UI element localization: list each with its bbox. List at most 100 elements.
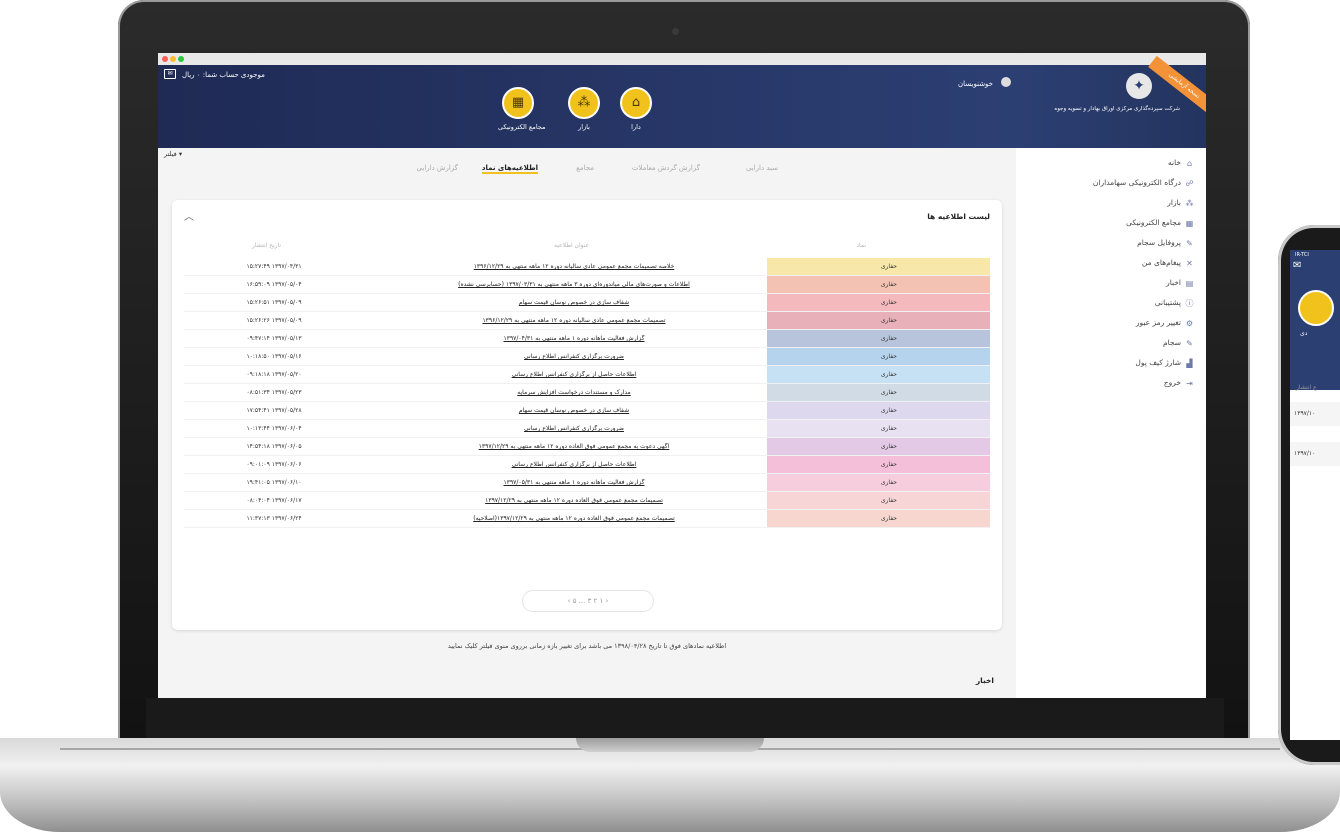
logout-icon: ⇥ [1186, 378, 1193, 388]
phone-nav-icon[interactable] [1298, 290, 1334, 326]
nav-item-label: مجامع الکترونیکی [498, 123, 546, 131]
symbol-cell: حفاری [767, 438, 990, 455]
table-row[interactable]: حفاری تصمیمات مجمع عمومی فوق العاده دوره … [184, 492, 990, 510]
symbol-text: حفاری [880, 497, 897, 504]
table-row[interactable]: حفاری ضرورت برگزاری کنفرانس اطلاع رسانی ۱۰… [184, 420, 990, 438]
phone-header: IR-TCI ✉ دی [1290, 250, 1340, 390]
symbol-cell: حفاری [767, 258, 990, 275]
home-icon: ⌂ [1186, 158, 1193, 168]
table-row[interactable]: حفاری آگهی دعوت به مجمع عمومی فوق العاده … [184, 438, 990, 456]
table-row[interactable]: حفاری گزارش فعالیت ماهانه دوره ۱ ماهه منت… [184, 330, 990, 348]
sidebar-item-assemblies[interactable]: مجامع الکترونیکی ▦ [1126, 218, 1194, 232]
list-item[interactable]: ۱۳۹۷/۱۰ [1290, 402, 1340, 426]
table-row[interactable]: حفاری گزارش فعالیت ماهانه دوره ۱ ماهه منت… [184, 474, 990, 492]
announcement-link[interactable]: آگهی دعوت به مجمع عمومی فوق العاده دوره … [364, 443, 784, 450]
announcement-link[interactable]: اطلاعات و صورت‌های مالی میاندوره‌ای دوره… [364, 281, 784, 288]
wallet-icon[interactable]: ✉ [164, 69, 176, 79]
pagination[interactable]: ‹ ۵ ... ۳ ۲ ۱ › [522, 590, 654, 612]
announcement-link[interactable]: اطلاعات حاصل از برگزاری کنفرانس اطلاع رس… [364, 371, 784, 378]
tab-assemblies[interactable]: مجامع [576, 164, 594, 172]
publish-date: ۰۸:۰۴:۰۴ ۱۳۹۷/۰۶/۱۷ [246, 497, 302, 504]
symbol-cell: حفاری [767, 276, 990, 293]
announcement-link[interactable]: اطلاعات حاصل از برگزاری کنفرانس اطلاع رس… [364, 461, 784, 468]
close-window-icon[interactable] [162, 56, 168, 62]
chevron-left-icon[interactable]: ‹ [568, 597, 571, 605]
sidebar-item-market[interactable]: بازار ⁂ [1167, 198, 1194, 212]
sidebar-item-label: بازار [1167, 198, 1181, 207]
table-body: حفاری خلاصه تصمیمات مجمع عمومی عادی سالیا… [184, 258, 990, 528]
announcement-link[interactable]: خلاصه تصمیمات مجمع عمومی عادی سالیانه دو… [364, 263, 784, 270]
announcement-link[interactable]: گزارش فعالیت ماهانه دوره ۱ ماهه منتهی به… [364, 479, 784, 486]
info-icon: ⓘ [1185, 298, 1194, 308]
sidebar-item-label: خانه [1167, 158, 1181, 167]
symbol-cell: حفاری [767, 402, 990, 419]
phone-screen: IR-TCI ✉ دی ع انتشار ۱۳۹۷/۱۰ ۱۳۹۷/۱۰ [1290, 250, 1340, 740]
sidebar-item-label: پشتیبانی [1154, 298, 1181, 307]
tab-asset-report[interactable]: گزارش دارایی [417, 164, 458, 172]
tab-symbol-announcements[interactable]: اطلاعیه‌های نماد [481, 164, 538, 174]
announcement-link[interactable]: شفاف سازی در خصوص نوسان قیمت سهام [364, 299, 784, 306]
publish-date: ۱۵:۲۷:۴۹ ۱۳۹۷/۰۴/۳۱ [246, 263, 302, 270]
sidebar-item-sejam[interactable]: سجام ✎ [1163, 338, 1194, 352]
list-item[interactable]: ۱۳۹۷/۱۰ [1290, 442, 1340, 466]
sidebar-item-wallet-charge[interactable]: شارژ کیف پول ▟ [1135, 358, 1194, 372]
nav-item-market[interactable]: ⁂ بازار [564, 87, 604, 131]
publish-date: ۰۹:۴۷:۱۴ ۱۳۹۷/۰۵/۱۳ [246, 335, 302, 342]
publish-date: ۱۶:۵۹:۰۹ ۱۳۹۷/۰۵/۰۴ [246, 281, 302, 288]
user-menu[interactable]: خوشنویسان [958, 71, 1012, 90]
sidebar-item-change-password[interactable]: تغییر رمز عبور ⚙ [1136, 318, 1194, 332]
app-header: ✉ موجودی حساب شما: ۰ ریال ▦ مجامع الکترو… [158, 65, 1016, 148]
publish-date: ۱۰:۱۸:۵۰ ۱۳۹۷/۰۵/۱۶ [246, 353, 302, 360]
tab-transactions-report[interactable]: گزارش گردش معاملات [632, 164, 700, 172]
table-row[interactable]: حفاری شفاف سازی در خصوص نوسان قیمت سهام ۱۵… [184, 294, 990, 312]
table-row[interactable]: حفاری ضرورت برگزاری کنفرانس اطلاع رسانی ۱۰… [184, 348, 990, 366]
mail-icon[interactable]: ✉ [1293, 260, 1301, 271]
table-row[interactable]: حفاری خلاصه تصمیمات مجمع عمومی عادی سالیا… [184, 258, 990, 276]
chevron-right-icon[interactable]: › [606, 597, 609, 605]
sidebar-item-label: سجام [1162, 338, 1181, 347]
chevron-up-icon[interactable]: ︿ [184, 208, 194, 223]
nav-item-dara[interactable]: ⌂ دارا [616, 87, 656, 131]
announcement-link[interactable]: مدارک و مستندات درخواست افزایش سرمایه [364, 389, 784, 396]
sidebar-item-support[interactable]: پشتیبانی ⓘ [1155, 298, 1194, 312]
nav-item-electronic-assemblies[interactable]: ▦ مجامع الکترونیکی [498, 87, 546, 131]
announcement-link[interactable]: گزارش فعالیت ماهانه دوره ۱ ماهه منتهی به… [364, 335, 784, 342]
table-row[interactable]: حفاری اطلاعات و صورت‌های مالی میاندوره‌ای… [184, 276, 990, 294]
minimize-window-icon[interactable] [170, 56, 176, 62]
symbol-cell: حفاری [767, 456, 990, 473]
column-date: تاریخ انتشار [252, 242, 282, 249]
sidebar-item-shareholders-portal[interactable]: درگاه الکترونیکی سهامداران ☍ [1093, 178, 1194, 192]
announcement-link[interactable]: تصمیمات مجمع عمومی عادی سالیانه دوره ۱۲ … [364, 317, 784, 324]
table-row[interactable]: حفاری تصمیمات مجمع عمومی فوق العاده دوره … [184, 510, 990, 528]
symbol-text: حفاری [880, 299, 897, 306]
column-title: عنوان اطلاعیه [554, 242, 590, 249]
pagination-pages[interactable]: ۵ ... ۳ ۲ ۱ [573, 597, 604, 605]
table-row[interactable]: حفاری مدارک و مستندات درخواست افزایش سرما… [184, 384, 990, 402]
announcement-link[interactable]: تصمیمات مجمع عمومی فوق العاده دوره ۱۲ ما… [364, 515, 784, 522]
sidebar-item-messages[interactable]: پیغام‌های من ✕ [1142, 258, 1194, 272]
sidebar-item-home[interactable]: خانه ⌂ [1168, 158, 1194, 172]
laptop-bezel [146, 698, 1224, 738]
sidebar-item-label: تغییر رمز عبور [1135, 318, 1181, 327]
table-row[interactable]: حفاری تصمیمات مجمع عمومی عادی سالیانه دور… [184, 312, 990, 330]
table-row[interactable]: حفاری اطلاعات حاصل از برگزاری کنفرانس اطل… [184, 456, 990, 474]
announcement-link[interactable]: شفاف سازی در خصوص نوسان قیمت سهام [364, 407, 784, 414]
sidebar-item-news[interactable]: اخبار ▤ [1166, 278, 1194, 292]
account-balance: موجودی حساب شما: ۰ ریال [182, 71, 265, 79]
symbol-cell: حفاری [767, 384, 990, 401]
announcement-link[interactable]: ضرورت برگزاری کنفرانس اطلاع رسانی [364, 353, 784, 360]
tab-portfolio[interactable]: سبد دارایی [746, 164, 778, 172]
symbol-text: حفاری [880, 389, 897, 396]
symbol-text: حفاری [880, 407, 897, 414]
table-row[interactable]: حفاری اطلاعات حاصل از برگزاری کنفرانس اطل… [184, 366, 990, 384]
market-icon: ⁂ [1185, 198, 1194, 208]
sidebar: خانه ⌂ درگاه الکترونیکی سهامداران ☍ بازار ⁂… [1016, 148, 1206, 698]
announcement-link[interactable]: تصمیمات مجمع عمومی فوق العاده دوره ۱۲ ما… [364, 497, 784, 504]
announcement-link[interactable]: ضرورت برگزاری کنفرانس اطلاع رسانی [364, 425, 784, 432]
filter-button[interactable]: فیلتر ▾ [164, 150, 182, 158]
maximize-window-icon[interactable] [178, 56, 184, 62]
sidebar-item-logout[interactable]: خروج ⇥ [1164, 378, 1194, 392]
sidebar-item-sejam-profile[interactable]: پروفایل سجام ✎ [1137, 238, 1194, 252]
sidebar-item-label: پروفایل سجام [1137, 238, 1181, 247]
table-row[interactable]: حفاری شفاف سازی در خصوص نوسان قیمت سهام ۱۷… [184, 402, 990, 420]
